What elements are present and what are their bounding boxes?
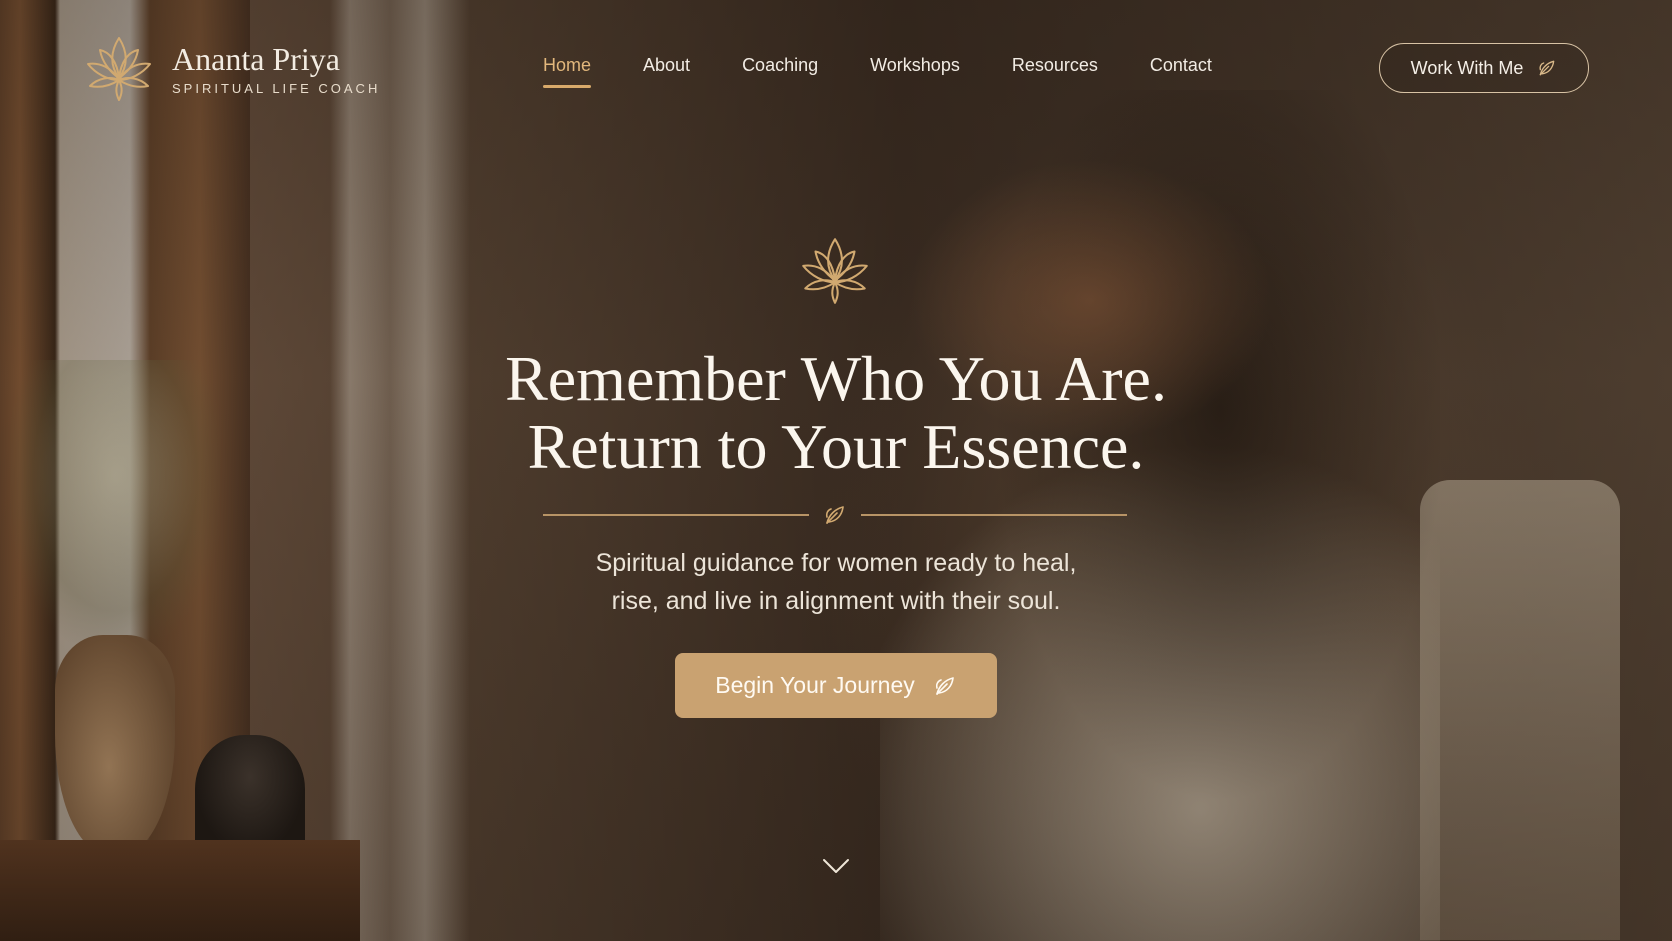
logo[interactable]: Ananta Priya SPIRITUAL LIFE COACH bbox=[80, 32, 380, 104]
work-with-me-button[interactable]: Work With Me bbox=[1379, 43, 1589, 93]
work-with-me-label: Work With Me bbox=[1410, 57, 1524, 78]
hero-subtext: Spiritual guidance for women ready to he… bbox=[486, 544, 1186, 620]
ornament-divider bbox=[543, 500, 1127, 530]
begin-journey-label: Begin Your Journey bbox=[715, 672, 915, 698]
headline-line-1: Remember Who You Are. bbox=[505, 343, 1167, 414]
headline-line-2: Return to Your Essence. bbox=[527, 411, 1145, 482]
nav-item-workshops[interactable]: Workshops bbox=[870, 55, 960, 88]
subtext-line-2: rise, and live in alignment with their s… bbox=[611, 587, 1061, 615]
lotus-icon bbox=[802, 238, 868, 304]
window-image bbox=[0, 0, 250, 941]
leaf-icon bbox=[935, 676, 954, 695]
nav-item-resources[interactable]: Resources bbox=[1012, 55, 1098, 88]
leaf-icon bbox=[825, 506, 844, 524]
hero-section: Ananta Priya SPIRITUAL LIFE COACH Home A… bbox=[0, 0, 1672, 941]
begin-journey-button[interactable]: Begin Your Journey bbox=[675, 653, 997, 718]
buddha-statue-image bbox=[195, 735, 305, 855]
divider-line-left bbox=[543, 514, 809, 516]
leaf-icon bbox=[1539, 60, 1555, 76]
divider-line-right bbox=[861, 514, 1127, 516]
dried-flowers-image bbox=[10, 360, 220, 650]
main-nav: Home About Coaching Workshops Resources … bbox=[543, 55, 1212, 88]
nav-item-home[interactable]: Home bbox=[543, 55, 592, 88]
chevron-down-icon[interactable] bbox=[822, 856, 850, 876]
subtext-line-1: Spiritual guidance for women ready to he… bbox=[595, 549, 1077, 577]
vase-image bbox=[55, 635, 175, 855]
nav-item-coaching[interactable]: Coaching bbox=[742, 55, 818, 88]
nav-item-contact[interactable]: Contact bbox=[1150, 55, 1212, 88]
chair-image bbox=[1420, 480, 1620, 940]
brand-name: Ananta Priya bbox=[172, 40, 340, 77]
brand-tagline: SPIRITUAL LIFE COACH bbox=[172, 80, 381, 96]
nav-item-about[interactable]: About bbox=[643, 55, 690, 88]
window-sill-image bbox=[0, 840, 360, 941]
lotus-icon bbox=[87, 37, 151, 101]
hero-headline: Remember Who You Are. Return to Your Ess… bbox=[436, 345, 1236, 481]
